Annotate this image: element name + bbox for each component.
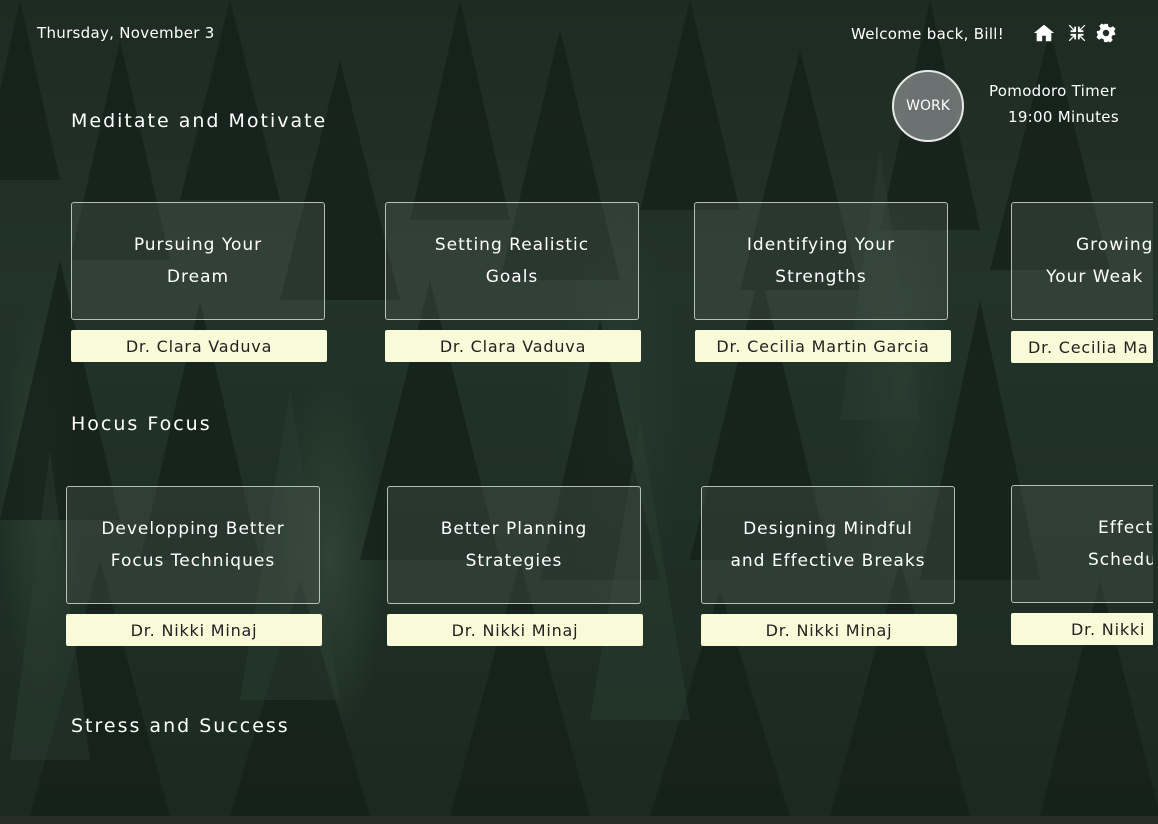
compress-icon[interactable]: [1066, 22, 1088, 44]
pomodoro-time: 19:00 Minutes: [1008, 108, 1119, 126]
section-title-stress-success: Stress and Success: [71, 715, 290, 737]
course-title-line: Schedu: [1088, 550, 1153, 570]
course-title-line: Strengths: [775, 267, 867, 287]
section-title-meditate: Meditate and Motivate: [71, 110, 328, 132]
author-button[interactable]: Dr. Nikki: [1011, 613, 1153, 645]
course-card[interactable]: Designing Mindful and Effective Breaks: [701, 486, 955, 604]
course-title-line: Strategies: [465, 551, 563, 571]
author-button[interactable]: Dr. Nikki Minaj: [66, 614, 322, 646]
author-button[interactable]: Dr. Cecilia Ma: [1011, 331, 1153, 363]
course-title-line: Goals: [485, 267, 539, 287]
course-title-line: Effect: [1098, 518, 1153, 538]
course-title-line: Better Planning: [440, 519, 588, 539]
course-card[interactable]: Effect Schedu: [1011, 485, 1153, 603]
horizontal-scrollbar[interactable]: [0, 816, 1158, 824]
author-button[interactable]: Dr. Clara Vaduva: [385, 330, 641, 362]
course-title-line: Developping Better: [101, 519, 285, 539]
course-title-line: and Effective Breaks: [730, 551, 926, 571]
course-card[interactable]: Growing Your Weak: [1011, 202, 1153, 320]
course-title-line: Designing Mindful: [743, 519, 913, 539]
author-button[interactable]: Dr. Nikki Minaj: [387, 614, 643, 646]
section-title-hocus-focus: Hocus Focus: [71, 413, 212, 435]
gear-icon[interactable]: [1095, 22, 1117, 44]
welcome-message: Welcome back, Bill!: [851, 25, 1005, 43]
course-card[interactable]: Pursuing Your Dream: [71, 202, 325, 320]
course-title-line: Growing: [1076, 235, 1153, 255]
pomodoro-work-button[interactable]: WORK: [892, 70, 964, 142]
course-title-line: Setting Realistic: [434, 235, 590, 255]
course-card[interactable]: Identifying Your Strengths: [694, 202, 948, 320]
home-icon[interactable]: [1033, 22, 1055, 44]
current-date: Thursday, November 3: [37, 24, 215, 42]
course-title-line: Focus Techniques: [110, 551, 276, 571]
course-title-line: Pursuing Your: [133, 235, 263, 255]
course-title-line: Identifying Your: [746, 235, 896, 255]
author-button[interactable]: Dr. Clara Vaduva: [71, 330, 327, 362]
course-title-line: Your Weak: [1046, 267, 1144, 287]
course-card[interactable]: Better Planning Strategies: [387, 486, 641, 604]
author-button[interactable]: Dr. Cecilia Martin Garcia: [695, 330, 951, 362]
course-title-line: Dream: [166, 267, 230, 287]
course-card[interactable]: Setting Realistic Goals: [385, 202, 639, 320]
author-button[interactable]: Dr. Nikki Minaj: [701, 614, 957, 646]
pomodoro-title: Pomodoro Timer: [989, 82, 1117, 100]
course-card[interactable]: Developping Better Focus Techniques: [66, 486, 320, 604]
